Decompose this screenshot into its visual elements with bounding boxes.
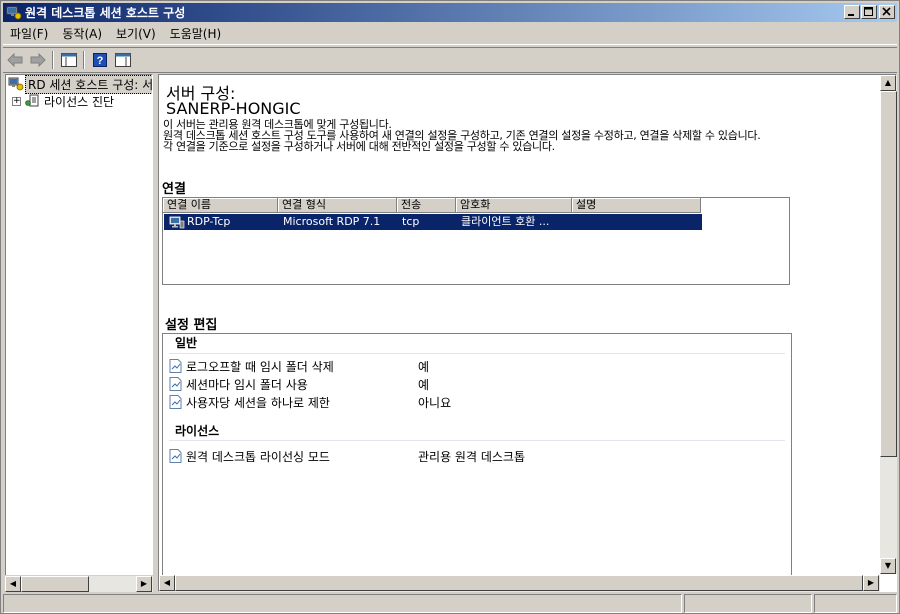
scroll-right-button[interactable]: ▶ [136,576,152,592]
scroll-down-button[interactable]: ▼ [880,558,896,574]
menu-action[interactable]: 동작(A) [55,24,109,44]
setting-label: 로그오프할 때 임시 폴더 삭제 [186,359,334,374]
setting-property-icon [169,359,182,373]
forward-button[interactable] [27,49,49,71]
setting-value: 예 [418,377,430,392]
tree-horizontal-scrollbar[interactable]: ◀ ▶ [5,575,153,592]
connections-title: 연결 [162,182,186,197]
column-header-type[interactable]: 연결 형식 [278,198,397,213]
details-horizontal-scrollbar[interactable]: ◀ ▶ [159,575,880,592]
list-header: 연결 이름 연결 형식 전송 암호화 설명 [163,198,701,213]
status-cell [684,594,812,613]
setting-value: 관리용 원격 데스크톱 [418,449,525,464]
settings-group-licensing: 라이선스 [175,424,220,438]
svg-text:?: ? [97,55,104,67]
rd-host-config-icon [8,77,24,91]
tree-item-label: RD 세션 호스트 구성: 서버 [25,75,152,94]
connections-list[interactable]: 연결 이름 연결 형식 전송 암호화 설명 RDP-Tcp Microsoft … [162,197,790,285]
help-button[interactable]: ? [89,49,111,71]
column-header-description[interactable]: 설명 [572,198,701,213]
scroll-thumb[interactable] [880,91,897,457]
connection-name: RDP-Tcp [187,215,231,228]
setting-temp-per-session[interactable]: 세션마다 임시 폴더 사용 예 [169,376,429,392]
setting-property-icon [169,395,182,409]
toolbar-separator [52,51,54,69]
connection-row[interactable]: RDP-Tcp Microsoft RDP 7.1 tcp 클라이언트 호환 .… [164,214,702,230]
connection-description-cell [573,214,702,230]
back-arrow-icon [7,53,23,67]
scroll-up-button[interactable]: ▲ [880,75,896,91]
details-vertical-scrollbar[interactable]: ▲ ▼ [880,75,897,574]
setting-property-icon [169,449,182,463]
close-button[interactable] [879,5,895,19]
column-header-name[interactable]: 연결 이름 [163,198,278,213]
toolbar-separator [83,51,85,69]
app-window: 원격 데스크톱 세션 호스트 구성 파일(F) 동작(A) 보기(V) 도움말(… [0,0,900,614]
forward-arrow-icon [30,53,46,67]
console-tree[interactable]: RD 세션 호스트 구성: 서버 + 라이선스 진단 [5,74,153,592]
connection-icon [168,215,186,229]
setting-licensing-mode[interactable]: 원격 데스크톱 라이선싱 모드 관리용 원격 데스크톱 [169,448,525,464]
setting-value: 예 [418,359,430,374]
column-header-encryption[interactable]: 암호화 [456,198,572,213]
expand-icon[interactable]: + [12,96,21,106]
console-tree-icon [61,53,77,67]
scroll-thumb[interactable] [175,575,863,591]
menu-bar: 파일(F) 동작(A) 보기(V) 도움말(H) [3,23,897,45]
scroll-left-button[interactable]: ◀ [159,575,175,591]
back-button[interactable] [4,49,26,71]
setting-label: 원격 데스크톱 라이선싱 모드 [186,449,330,464]
license-diagnosis-icon [24,94,40,108]
menu-file[interactable]: 파일(F) [3,24,55,44]
settings-title: 설정 편집 [165,318,218,333]
help-icon: ? [93,53,107,67]
settings-panel: 일반 로그오프할 때 임시 폴더 삭제 예 세션마다 임시 폴더 사용 예 사용… [162,333,792,591]
scroll-thumb[interactable] [21,576,89,592]
status-cell-main [3,594,682,613]
connection-name-cell: RDP-Tcp [164,214,279,230]
column-header-transport[interactable]: 전송 [397,198,456,213]
status-bar [3,594,897,613]
menu-help[interactable]: 도움말(H) [163,24,229,44]
show-action-pane-button[interactable] [112,49,134,71]
group-divider [169,353,785,354]
setting-property-icon [169,377,182,391]
rd-host-app-icon [6,5,22,21]
menu-view[interactable]: 보기(V) [109,24,163,44]
window-title: 원격 데스크톱 세션 호스트 구성 [25,6,186,20]
tree-item-license-diagnosis[interactable]: + 라이선스 진단 [6,93,116,109]
maximize-button[interactable] [861,5,877,19]
show-console-tree-button[interactable] [58,49,80,71]
setting-single-session-per-user[interactable]: 사용자당 세션을 하나로 제한 아니요 [169,394,451,410]
setting-label: 사용자당 세션을 하나로 제한 [186,395,330,410]
connection-type-cell: Microsoft RDP 7.1 [283,215,381,228]
description-line-3: 각 연결을 기준으로 설정을 구성하거나 서버에 대해 전반적인 설정을 구성할… [163,140,555,153]
tree-item-rd-host-config[interactable]: RD 세션 호스트 구성: 서버 [6,75,152,94]
action-pane-icon [115,53,131,67]
scroll-right-button[interactable]: ▶ [863,575,879,591]
setting-delete-temp-on-logoff[interactable]: 로그오프할 때 임시 폴더 삭제 예 [169,358,429,374]
status-cell [814,594,897,613]
connection-encryption-cell: 클라이언트 호환 ... [461,215,550,228]
server-name: SANERP-HONGIC [166,99,301,118]
toolbar: ? [3,47,897,73]
title-bar[interactable]: 원격 데스크톱 세션 호스트 구성 [3,3,897,22]
setting-label: 세션마다 임시 폴더 사용 [186,377,308,392]
group-divider [169,440,785,441]
setting-value: 아니요 [418,395,452,410]
scroll-left-button[interactable]: ◀ [5,576,21,592]
tree-item-label: 라이선스 진단 [44,94,115,109]
settings-group-general: 일반 [175,336,198,350]
minimize-button[interactable] [844,5,860,19]
connection-transport-cell: tcp [402,215,420,228]
details-pane: 서버 구성: SANERP-HONGIC 이 서버는 관리용 원격 데스크톱에 … [158,74,897,592]
